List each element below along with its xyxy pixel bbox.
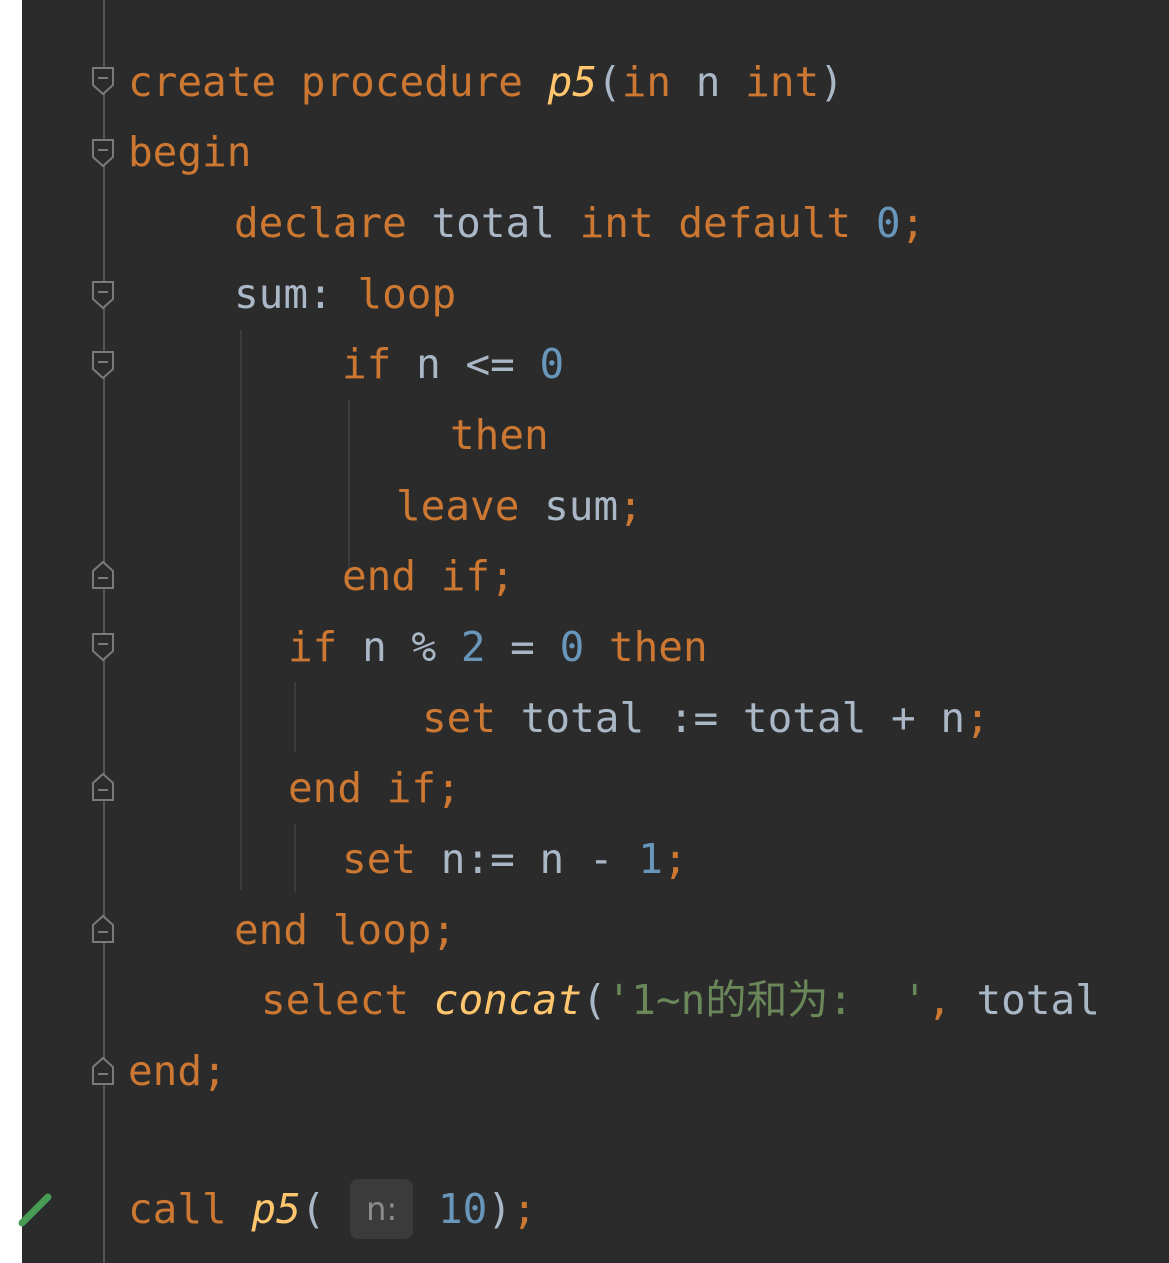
code-token: p5: [251, 1185, 301, 1233]
code-token: 0: [875, 199, 901, 247]
code-token: int: [745, 58, 820, 106]
code-token: n: [940, 694, 966, 742]
indent-guide: [348, 400, 350, 570]
code-token: begin: [128, 128, 252, 176]
code-token: end: [128, 1047, 203, 1095]
code-token: 0: [559, 623, 585, 671]
code-token: leave: [396, 482, 545, 530]
fold-open-icon[interactable]: [90, 138, 116, 168]
indent-guide: [294, 682, 296, 752]
code-token: end if: [342, 552, 491, 600]
code-line[interactable]: then: [450, 410, 549, 460]
code-token: sum: [544, 482, 619, 530]
parameter-hint: n:: [350, 1179, 414, 1239]
fold-close-icon[interactable]: [90, 914, 116, 944]
code-token: 10: [437, 1185, 488, 1233]
code-line[interactable]: begin: [128, 127, 251, 177]
code-token: ;: [490, 552, 515, 600]
code-token: in: [621, 58, 696, 106]
code-line[interactable]: if n % 2 = 0 then: [288, 622, 708, 672]
code-token: ;: [965, 694, 990, 742]
code-token: :: [308, 270, 358, 318]
code-line[interactable]: end loop;: [234, 905, 456, 955]
code-token: total: [742, 694, 892, 742]
code-line[interactable]: end;: [128, 1046, 227, 1096]
code-token: 2: [460, 623, 486, 671]
code-token: total: [520, 694, 669, 742]
fold-close-icon[interactable]: [90, 1056, 116, 1086]
fold-close-icon[interactable]: [90, 560, 116, 590]
code-token: n: [539, 835, 589, 883]
code-token: loop: [357, 270, 457, 318]
code-line[interactable]: set n:= n - 1;: [342, 834, 688, 884]
code-token: int default: [579, 199, 876, 247]
indent-guide: [240, 330, 242, 890]
code-token: ;: [618, 482, 643, 530]
code-token: ;: [511, 1185, 537, 1233]
code-line[interactable]: call p5( n: 10);: [128, 1179, 537, 1239]
code-token: total: [431, 199, 580, 247]
code-token: select: [261, 976, 434, 1024]
code-line[interactable]: sum: loop: [234, 269, 456, 319]
code-token: ): [487, 1185, 512, 1233]
code-token: ): [819, 58, 844, 106]
code-token: n: [416, 340, 466, 388]
code-token: %: [411, 623, 461, 671]
code-line[interactable]: if n <= 0: [342, 339, 564, 389]
code-token: total: [976, 976, 1100, 1024]
code-line[interactable]: end if;: [288, 763, 461, 813]
code-token: ;: [900, 199, 926, 247]
code-line[interactable]: set total := total + n;: [422, 693, 990, 743]
fold-open-icon[interactable]: [90, 66, 116, 96]
code-token: create procedure: [128, 58, 548, 106]
code-token: n: [695, 58, 746, 106]
code-token: sum: [234, 270, 309, 318]
code-line[interactable]: declare total int default 0;: [234, 198, 925, 248]
code-token: ;: [202, 1047, 227, 1095]
code-token: n: [440, 835, 466, 883]
code-line[interactable]: select concat('1~n的和为: ', total: [261, 975, 1100, 1025]
window-edge: [0, 0, 22, 1263]
code-line[interactable]: leave sum;: [396, 481, 643, 531]
code-token: 0: [539, 340, 565, 388]
code-token: <=: [465, 340, 540, 388]
code-token: =: [485, 623, 560, 671]
code-token: call: [128, 1185, 252, 1233]
code-editor[interactable]: create procedure p5(in n int) begin declar…: [0, 0, 1169, 1263]
code-token: -: [588, 835, 639, 883]
indent-guide: [294, 824, 296, 892]
code-token: if: [342, 340, 417, 388]
code-token: +: [891, 694, 941, 742]
code-token: declare: [234, 199, 432, 247]
code-token: concat: [433, 976, 582, 1024]
code-token: if: [288, 623, 363, 671]
code-token: end loop: [234, 906, 432, 954]
code-token: (: [597, 58, 622, 106]
fold-open-icon[interactable]: [90, 280, 116, 310]
fold-close-icon[interactable]: [90, 772, 116, 802]
fold-open-icon[interactable]: [90, 632, 116, 662]
code-token: set: [422, 694, 521, 742]
code-token: ;: [431, 906, 457, 954]
code-token: '1~n的和为: ': [606, 976, 928, 1024]
code-token: then: [450, 411, 549, 459]
code-token: p5: [547, 58, 598, 106]
code-token: n: [362, 623, 412, 671]
code-line[interactable]: end if;: [342, 551, 515, 601]
code-token: (: [300, 1185, 351, 1233]
fold-open-icon[interactable]: [90, 350, 116, 380]
code-token: then: [584, 623, 708, 671]
code-token: ;: [662, 835, 688, 883]
check-icon[interactable]: [18, 1193, 52, 1227]
code-token: 1: [638, 835, 663, 883]
code-token: :=: [465, 835, 540, 883]
code-token: :=: [668, 694, 743, 742]
code-token: ;: [436, 764, 461, 812]
code-token: (: [581, 976, 607, 1024]
code-line[interactable]: create procedure p5(in n int): [128, 57, 844, 107]
code-token: set: [342, 835, 441, 883]
code-token: end if: [288, 764, 437, 812]
code-token: ,: [927, 976, 977, 1024]
